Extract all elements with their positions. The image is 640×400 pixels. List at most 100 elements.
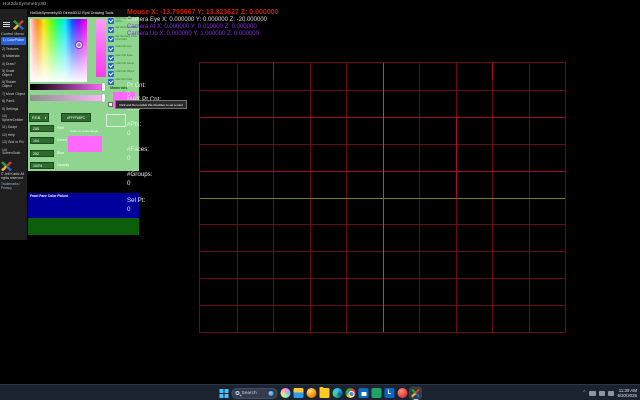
checkbox-checked-icon[interactable] <box>108 63 114 69</box>
clock-date: 6/20/2025 <box>617 393 637 399</box>
alpha-slider[interactable] <box>30 95 104 101</box>
sidebar-item-colorpicker[interactable]: 1) ColorPicker <box>1 37 26 45</box>
hue-slider[interactable] <box>96 19 106 77</box>
volume-battery-icon[interactable] <box>608 391 614 396</box>
sidebar-item-pan[interactable]: 8) Pan/1 <box>1 100 26 105</box>
sidebar-item-scale-object[interactable]: 5) Scale Object <box>1 70 26 79</box>
checkbox-checked-icon[interactable] <box>108 18 114 24</box>
grid-line <box>383 63 384 332</box>
color-rectangle-label: Color on a Rectangle <box>70 129 98 133</box>
sidebar-item-materials[interactable]: 3) Materials <box>1 55 26 60</box>
red-field[interactable]: 255 <box>30 125 54 132</box>
tray-chevron-up-icon[interactable]: ⌃ <box>582 391 586 396</box>
color-mode-dropdown[interactable]: RGB ▾ <box>29 113 49 122</box>
taskbar: Search L ⌃ 11:39 AM 6/20/2025 <box>0 384 640 400</box>
checkbox-row: Color the Line <box>108 46 138 52</box>
microsoft-store-icon[interactable] <box>359 388 369 398</box>
sidebar-item-sculpt[interactable]: 11) Sculpt <box>1 126 26 131</box>
materials-label: Materials <box>110 85 127 90</box>
checkbox-checked-icon[interactable] <box>108 55 114 61</box>
camera-at-readout: Camera At X: 0.000000 Y: 0.010000 Z: 0.0… <box>127 24 257 30</box>
stat-faces: #Faces:0 <box>127 147 149 162</box>
checkbox-checked-icon[interactable] <box>108 36 114 42</box>
search-placeholder: Search <box>242 391 267 396</box>
color-picker-panel: Hot3dxSymmetry3D Direct3D12 Rprt/ Drawin… <box>28 9 139 171</box>
color-spectrum[interactable] <box>30 19 87 82</box>
sidebar-item-sphereorbiter[interactable]: 10) SphereOrbiter <box>1 114 26 123</box>
search-highlight-icon <box>269 391 274 396</box>
checkbox-checked-icon[interactable] <box>108 46 114 52</box>
search-icon <box>236 391 240 395</box>
checkbox-label: Color the Group <box>116 63 134 66</box>
hex-color-input[interactable]: #FFFF68FC <box>61 113 91 122</box>
grid-line <box>492 63 493 79</box>
color-rectangle-swatch <box>68 136 102 152</box>
copilot-icon[interactable] <box>281 388 291 398</box>
control-menu-title: Control Menu <box>1 32 24 36</box>
panel-title: Hot3dxSymmetry3D Direct3D12 Rprt/ Drawin… <box>28 9 139 17</box>
sidebar-item-grid-or-pic[interactable]: 13) Grid or Pic <box>1 141 26 146</box>
green-app-icon[interactable] <box>372 388 382 398</box>
blue-l-app-icon[interactable]: L <box>385 388 395 398</box>
color-mode-value: RGB <box>32 116 40 120</box>
front-face-color-panel: Front Face Color Picked <box>28 193 139 218</box>
sidebar-item-help[interactable]: 12) Help <box>1 133 26 138</box>
swatch-outline <box>106 114 126 127</box>
sidebar-item-screengrab[interactable]: 14) ScreenGrab <box>1 148 26 157</box>
checkbox-checked-icon[interactable] <box>108 27 114 33</box>
blue-label: Blue <box>57 151 64 155</box>
folder-icon[interactable] <box>320 388 330 398</box>
hot3dx-logo-icon <box>13 20 24 30</box>
chevron-down-icon: ▾ <box>45 114 47 122</box>
search-box[interactable]: Search <box>232 388 278 399</box>
slider-handle[interactable] <box>102 83 106 91</box>
checkbox-checked-icon[interactable] <box>108 71 114 77</box>
hot3dx-logo-icon <box>1 161 12 171</box>
front-face-color-label: Front Face Color Picked <box>30 194 68 198</box>
grid-line <box>273 63 274 79</box>
edge-icon[interactable] <box>333 388 343 398</box>
set-color-checkbox[interactable] <box>108 102 113 107</box>
stat-sel-pt: Sel Pt:0 <box>127 198 145 213</box>
chrome-icon[interactable] <box>346 388 356 398</box>
green-label: Green <box>57 138 67 142</box>
camera-up-readout: Camera Up X: 0.000000 Y: 1.000000 Z: 0.0… <box>127 31 259 37</box>
firefox-icon[interactable] <box>307 388 317 398</box>
red-label: Red <box>57 126 64 130</box>
drawing-viewport-grid[interactable] <box>199 62 566 333</box>
trademarks-privacy-link[interactable]: Trademarks / Privacy <box>1 183 26 191</box>
window-title: Hot3dxSymmetry3D <box>3 1 46 6</box>
start-button[interactable] <box>220 389 229 398</box>
file-explorer-icon[interactable] <box>294 388 304 398</box>
taskbar-clock[interactable]: 11:39 AM 6/20/2025 <box>617 388 637 399</box>
checkbox-row: Color the Object <box>108 71 138 77</box>
network-icon[interactable] <box>599 391 605 396</box>
sidebar-menu: 1) ColorPicker 2) Textures 3) Materials … <box>1 37 26 191</box>
checkbox-row: Color the Group <box>108 63 138 69</box>
copyright-text: © Jeff Kubitz All rights reserved. <box>1 173 26 181</box>
opacity-label: Opacity <box>57 163 69 167</box>
hot3dx-app-icon[interactable] <box>411 388 421 398</box>
red-app-icon[interactable] <box>398 388 408 398</box>
opacity-field[interactable]: 100% <box>30 162 54 169</box>
checkbox-row: Set the Face Color to a Color <box>108 36 138 42</box>
sidebar-item-draw[interactable]: 4) Draw? <box>1 62 26 67</box>
checkbox-row: Color the Face <box>108 55 138 61</box>
sidebar-item-settings[interactable]: 9) Settings <box>1 107 26 112</box>
camera-eye-readout: Camera Eye X: 0.000000 Y: 0.000000 Z: -2… <box>127 17 267 23</box>
sidebar-item-rotate-object[interactable]: 6) Rotate Object <box>1 81 26 90</box>
green-field[interactable]: 104 <box>30 137 54 144</box>
hamburger-menu-icon[interactable] <box>3 22 10 27</box>
sidebar-item-move-object[interactable]: 7) Move Object <box>1 92 26 97</box>
checkbox-label: Set the Face Color to a Color <box>116 36 139 42</box>
spectrum-cursor[interactable] <box>76 42 82 48</box>
slider-handle[interactable] <box>102 94 106 102</box>
sidebar-item-textures[interactable]: 2) Textures <box>1 47 26 52</box>
blue-field[interactable]: 252 <box>30 150 54 157</box>
grid-line <box>456 117 457 198</box>
value-slider[interactable] <box>30 84 104 90</box>
checkbox-label: Color the Line <box>116 46 132 49</box>
stat-pts: #Pts:0 <box>127 122 141 137</box>
stat-groups: #Groups:0 <box>127 172 152 187</box>
touch-keyboard-icon[interactable] <box>589 391 596 396</box>
